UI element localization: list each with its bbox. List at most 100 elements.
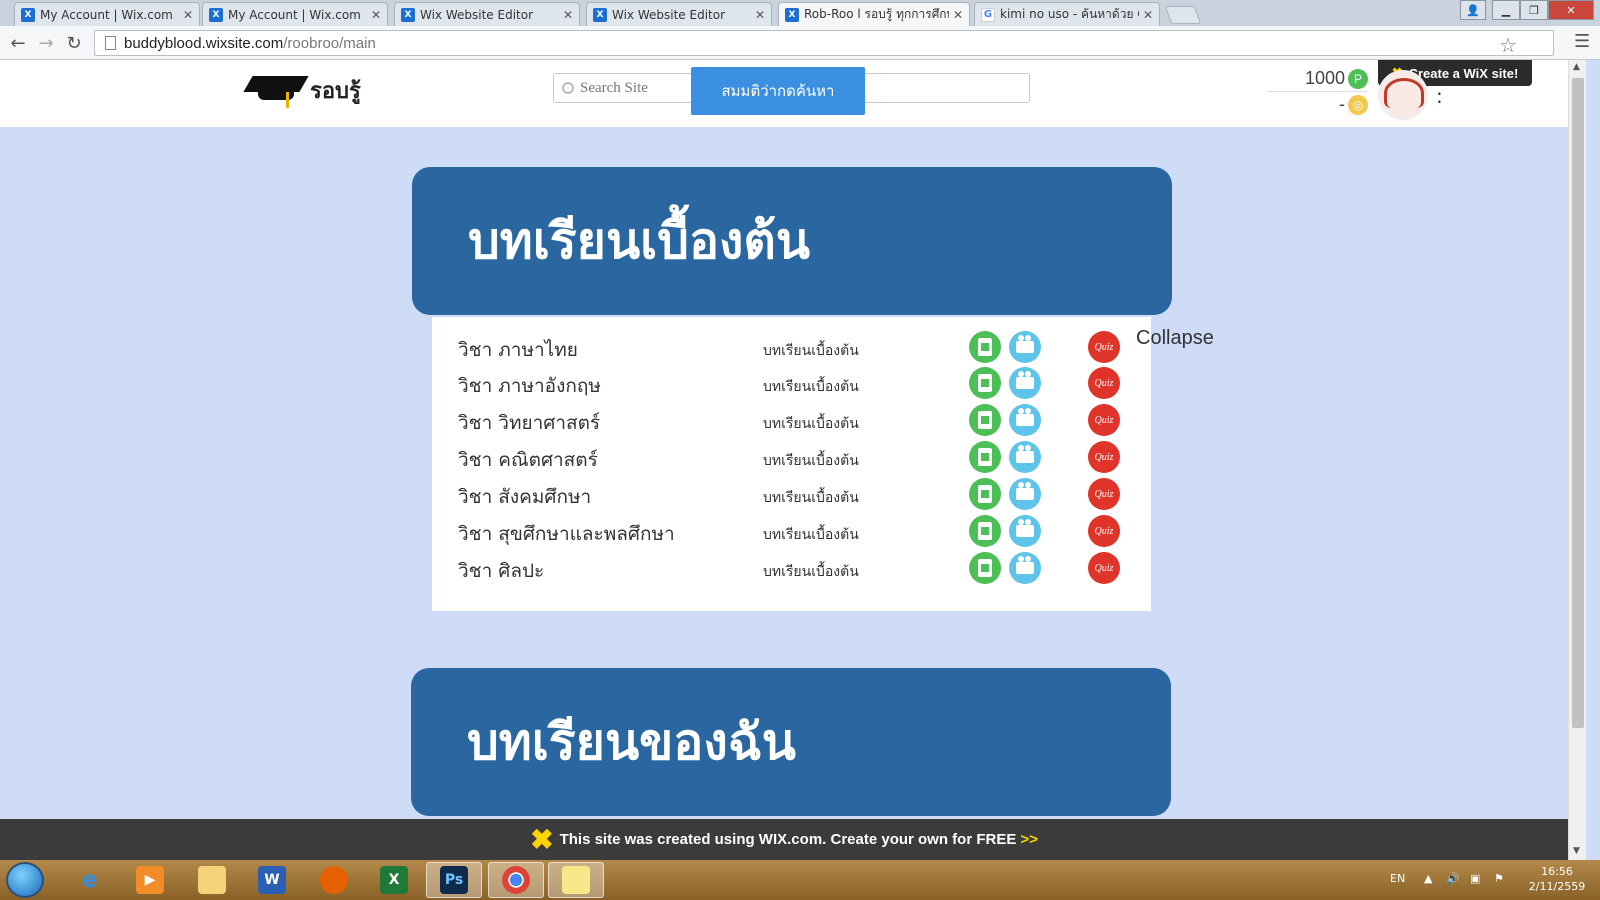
video-icon[interactable] (1009, 515, 1041, 547)
url-path: /roobroo/main (283, 34, 376, 52)
browser-tab-strip: X My Account | Wix.com ✕ X My Account | … (0, 0, 1600, 26)
scroll-thumb[interactable] (1572, 78, 1584, 728)
search-input[interactable] (580, 79, 700, 97)
site-header: รอบรู้ สมมติว่ากดค้นหา ✖ Create a WiX si… (0, 60, 1568, 127)
course-name[interactable]: วิชา ภาษาอังกฤษ (458, 371, 601, 401)
show-hidden-icons-icon[interactable]: ▲ (1424, 872, 1432, 885)
video-icon[interactable] (1009, 478, 1041, 510)
volume-icon[interactable]: 🔊 (1446, 872, 1460, 885)
document-icon[interactable] (969, 367, 1001, 399)
wix-favicon-icon: X (209, 7, 223, 22)
page-scrollbar[interactable]: ▲ ▼ (1568, 60, 1586, 860)
wix-favicon-icon: X (593, 7, 607, 22)
browser-tab[interactable]: X My Account | Wix.com ✕ (14, 2, 200, 26)
maximize-icon[interactable]: ❐ (1520, 0, 1548, 20)
close-tab-icon[interactable]: ✕ (371, 8, 381, 22)
address-bar[interactable]: buddyblood.wixsite.com/roobroo/main ☆ (94, 30, 1554, 58)
wix-promo-message: This site was created using WIX.com. Cre… (559, 831, 1017, 848)
video-icon[interactable] (1009, 552, 1041, 584)
document-icon[interactable] (969, 515, 1001, 547)
course-level: บทเรียนเบื้องต้น (763, 343, 859, 359)
video-icon[interactable] (1009, 441, 1041, 473)
scroll-down-icon[interactable]: ▼ (1573, 846, 1580, 856)
action-center-flag-icon[interactable]: ⚑ (1494, 872, 1504, 885)
search-button[interactable]: สมมติว่ากดค้นหา (691, 67, 865, 115)
graduation-cap-icon (243, 70, 309, 110)
scroll-up-icon[interactable]: ▲ (1573, 62, 1580, 72)
tab-title: kimi no uso - ค้นหาด้วย Go (1000, 7, 1139, 21)
network-icon[interactable]: ▣ (1470, 872, 1480, 885)
course-name[interactable]: วิชา สุขศึกษาและพลศึกษา (458, 519, 675, 549)
start-button[interactable] (6, 862, 44, 898)
document-icon[interactable] (969, 331, 1001, 363)
url-host: buddyblood.wixsite.com (124, 34, 284, 52)
course-name[interactable]: วิชา ศิลปะ (458, 556, 544, 586)
course-name[interactable]: วิชา สังคมศึกษา (458, 482, 591, 512)
close-tab-icon[interactable]: ✕ (183, 8, 193, 22)
course-name[interactable]: วิชา วิทยาศาสตร์ (458, 408, 600, 438)
close-tab-icon[interactable]: ✕ (1143, 8, 1153, 22)
video-icon[interactable] (1009, 367, 1041, 399)
site-logo[interactable]: รอบรู้ (243, 70, 361, 110)
firefox-icon[interactable] (306, 862, 362, 898)
minimize-icon[interactable]: ▁ (1492, 0, 1520, 20)
course-name[interactable]: วิชา ภาษาไทย (458, 335, 578, 365)
video-icon[interactable] (1009, 404, 1041, 436)
browser-tab[interactable]: G kimi no uso - ค้นหาด้วย Go ✕ (974, 2, 1160, 26)
close-window-icon[interactable]: ✕ (1548, 0, 1594, 20)
browser-tab[interactable]: X Wix Website Editor ✕ (394, 2, 580, 26)
wix-promo-bar[interactable]: ✖ This site was created using WIX.com. C… (0, 819, 1568, 860)
bookmark-star-icon[interactable]: ☆ (1499, 33, 1517, 58)
media-player-icon[interactable]: ▶ (122, 862, 178, 898)
document-icon[interactable] (969, 404, 1001, 436)
clock-date: 2/11/2559 (1528, 880, 1586, 893)
quiz-icon[interactable]: Quiz (1088, 331, 1120, 363)
sticky-notes-icon[interactable] (548, 862, 604, 898)
course-name[interactable]: วิชา คณิตศาสตร์ (458, 445, 598, 475)
search-icon (562, 82, 574, 94)
document-icon[interactable] (969, 441, 1001, 473)
reload-icon[interactable]: ↻ (62, 31, 86, 55)
photoshop-icon[interactable]: Ps (426, 862, 482, 898)
quiz-icon[interactable]: Quiz (1088, 367, 1120, 399)
back-arrow-icon[interactable]: ← (6, 31, 30, 55)
section-banner-my-lessons: บทเรียนของฉัน (411, 668, 1171, 816)
avatar-menu-icon[interactable]: : (1436, 84, 1443, 108)
explorer-icon[interactable] (184, 862, 240, 898)
tab-title: My Account | Wix.com (40, 7, 173, 22)
word-icon[interactable]: W (244, 862, 300, 898)
wix-favicon-icon: X (785, 7, 799, 22)
quiz-icon[interactable]: Quiz (1088, 552, 1120, 584)
user-profile-icon[interactable]: 👤 (1460, 0, 1486, 20)
course-level: บทเรียนเบื้องต้น (763, 527, 859, 543)
course-level: บทเรียนเบื้องต้น (763, 564, 859, 580)
tab-title: Wix Website Editor (420, 7, 534, 22)
document-icon[interactable] (969, 552, 1001, 584)
close-tab-icon[interactable]: ✕ (563, 8, 573, 22)
system-clock[interactable]: 16:56 2/11/2559 (1520, 864, 1594, 894)
close-tab-icon[interactable]: ✕ (953, 8, 963, 22)
quiz-icon[interactable]: Quiz (1088, 515, 1120, 547)
course-row: วิชา สุขศึกษาและพลศึกษา บทเรียนเบื้องต้น… (432, 515, 1151, 552)
user-points: 1000 P - ◎ (1268, 68, 1368, 115)
browser-menu-icon[interactable]: ☰ (1574, 31, 1590, 52)
document-icon[interactable] (969, 478, 1001, 510)
quiz-icon[interactable]: Quiz (1088, 478, 1120, 510)
forward-arrow-icon[interactable]: → (34, 31, 58, 55)
browser-tab[interactable]: X My Account | Wix.com ✕ (202, 2, 388, 26)
language-indicator[interactable]: EN (1390, 872, 1405, 885)
tab-title: My Account | Wix.com (228, 7, 361, 22)
avatar[interactable] (1378, 70, 1428, 120)
quiz-icon[interactable]: Quiz (1088, 404, 1120, 436)
excel-icon[interactable]: X (366, 862, 422, 898)
collapse-link[interactable]: Collapse (1136, 327, 1214, 350)
browser-tab[interactable]: X Wix Website Editor ✕ (586, 2, 772, 26)
quiz-icon[interactable]: Quiz (1088, 441, 1120, 473)
chrome-icon[interactable] (488, 862, 544, 898)
ie-icon[interactable]: e (62, 862, 118, 898)
close-tab-icon[interactable]: ✕ (755, 8, 765, 22)
video-icon[interactable] (1009, 331, 1041, 363)
browser-tab-active[interactable]: X Rob-Roo l รอบรู้ ทุกการศึกษ ✕ (778, 2, 970, 26)
new-tab-button[interactable] (1164, 6, 1202, 24)
logo-text: รอบรู้ (310, 77, 361, 103)
